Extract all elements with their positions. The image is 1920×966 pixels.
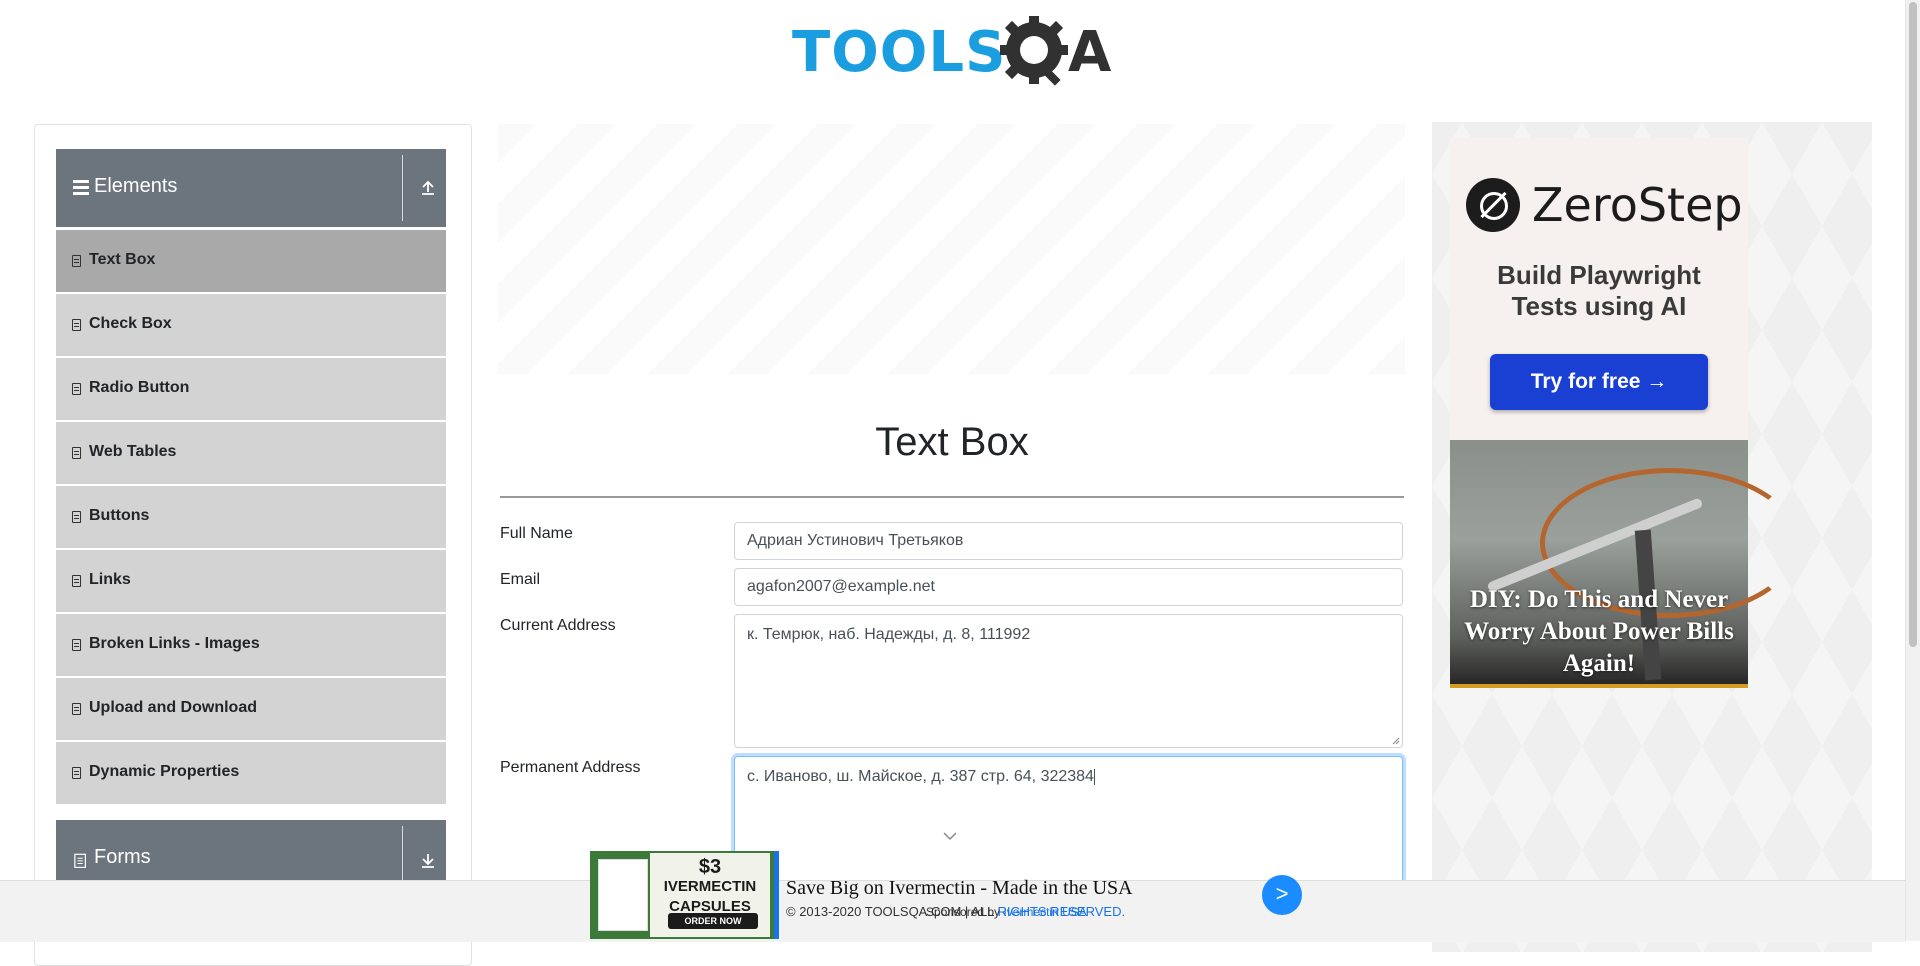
menu-icon [73,180,89,195]
group-title-elements: Elements [94,175,178,197]
gear-magnifier-icon [1000,16,1068,86]
top-ad-area [498,124,1405,374]
collapse-up-icon[interactable] [418,177,438,197]
item-icon [72,639,81,651]
sidebar-item-label: Broken Links - Images [89,635,260,652]
item-icon [72,383,81,395]
ad-image-product: IVERMECTIN CAPSULES [663,878,757,915]
page-scrollbar[interactable] [1905,0,1920,941]
zerostep-brand: ZeroStep [1532,178,1743,232]
text-caret [1093,768,1095,785]
item-icon [72,447,81,459]
title-divider [500,496,1404,498]
diy-ad[interactable]: DIY: Do This and Never Worry About Power… [1450,440,1800,688]
sidebar-item-label: Radio Button [89,379,190,396]
sidebar-item-label: Web Tables [89,443,177,460]
tagline-line-1: Build Playwright [1497,260,1701,290]
item-icon [72,255,81,267]
ad-title[interactable]: Save Big on Ivermectin - Made in the USA [786,877,1133,900]
ad-sponsor-label: Sponsored by [926,905,1001,919]
sidebar-item-web-tables[interactable]: Web Tables [56,422,446,486]
pill-bottle-image [598,859,648,931]
page-title: Text Box [875,420,1029,464]
zerostep-ad[interactable]: ZeroStep Build Playwright Tests using AI… [1450,138,1748,440]
diy-headline: DIY: Do This and Never Worry About Power… [1464,586,1734,677]
group-divider [402,155,403,221]
zerostep-logo-icon [1466,178,1520,232]
sidebar-item-broken-links[interactable]: Broken Links - Images [56,614,446,678]
sidebar-item-text-box[interactable]: Text Box [56,230,446,294]
permanent-address-label: Permanent Address [500,759,641,776]
item-icon [72,511,81,523]
sidebar-item-radio-button[interactable]: Radio Button [56,358,446,422]
item-icon [72,767,81,779]
sidebar-item-label: Dynamic Properties [89,763,240,780]
permanent-address-value: с. Иваново, ш. Майское, д. 387 стр. 64, … [747,768,1094,785]
full-name-input[interactable]: Адриан Устинович Третьяков [734,522,1403,560]
ivermectin-ad-image: $3 IVERMECTIN CAPSULES ORDER NOW [590,851,774,939]
sidebar-item-upload-download[interactable]: Upload and Download [56,678,446,742]
item-icon [72,703,81,715]
chevron-down-icon[interactable] [942,831,958,841]
sidebar-item-label: Links [89,571,131,588]
email-label: Email [500,571,541,588]
email-input[interactable]: agafon2007@example.net [734,568,1403,606]
ad-image-price-value: $3 [698,856,722,878]
toolsqa-logo[interactable]: TOOLS A [792,14,1116,90]
sidebar-item-links[interactable]: Links [56,550,446,614]
sidebar-item-label: Upload and Download [89,699,257,716]
current-address-label: Current Address [500,617,616,634]
diy-accent-bar [1450,684,1748,688]
bottom-sticky-ad[interactable]: $3 IVERMECTIN CAPSULES ORDER NOW Save Bi… [590,851,1302,939]
ad-sponsor-link[interactable]: Ivermectin USA [1003,905,1086,919]
current-address-value: к. Темрюк, наб. Надежды, д. 8, 111992 [747,626,1031,643]
current-address-textarea[interactable]: к. Темрюк, наб. Надежды, д. 8, 111992 [734,614,1403,748]
expand-down-icon[interactable] [418,850,438,870]
tagline-line-2: Tests using AI [1511,291,1687,321]
item-icon [72,319,81,331]
sidebar-item-buttons[interactable]: Buttons [56,486,446,550]
site-header: TOOLS A [0,0,1906,100]
try-for-free-button[interactable]: Try for free → [1490,354,1708,410]
sidebar-item-check-box[interactable]: Check Box [56,294,446,358]
scrollbar-thumb[interactable] [1909,2,1917,647]
ad-image-order-label: ORDER NOW [668,913,758,929]
full-name-label: Full Name [500,525,573,542]
group-header-elements[interactable]: Elements [56,149,446,227]
elements-menu-list: Text Box Check Box Radio Button Web Tabl… [56,230,446,806]
sidebar-item-label: Buttons [89,507,150,524]
sidebar-item-dynamic-properties[interactable]: Dynamic Properties [56,742,446,806]
form-icon [74,853,86,868]
resize-grip-icon[interactable] [1392,737,1400,745]
group-title-forms: Forms [94,846,151,868]
logo-text-tools: TOOLS [792,20,1007,85]
ad-next-button[interactable]: > [1262,875,1302,915]
sidebar-item-label: Check Box [89,315,172,332]
item-icon [72,575,81,587]
zerostep-tagline: Build Playwright Tests using AI [1450,260,1748,322]
ad-accent-strip [774,851,779,939]
sidebar-item-label: Text Box [89,251,156,268]
logo-text-a: A [1068,20,1112,85]
ad-sponsor: Sponsored by Ivermectin USA [926,905,1087,919]
